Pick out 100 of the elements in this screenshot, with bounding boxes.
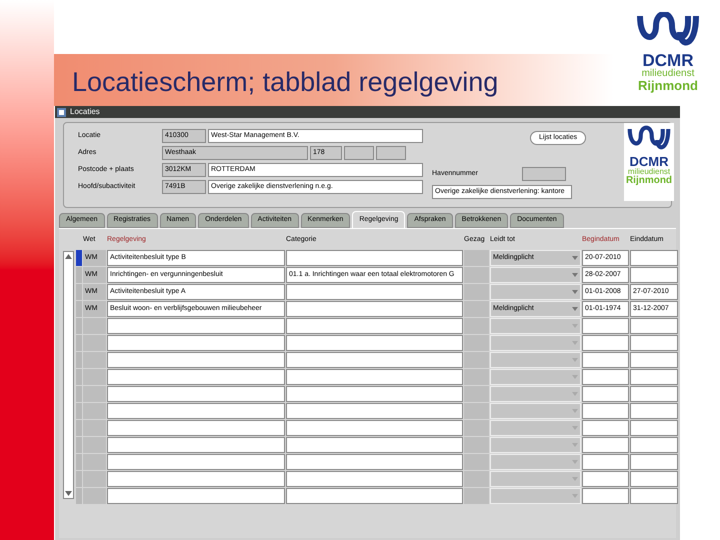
table-cell[interactable] [630,250,678,266]
scroll-up-icon[interactable] [64,252,73,261]
table-cell[interactable] [630,352,678,368]
app-icon [57,108,66,116]
table-cell[interactable] [286,250,463,266]
table-cell [83,369,106,385]
table-cell [464,471,489,487]
table-cell[interactable] [107,352,285,368]
table-cell[interactable] [630,267,678,283]
table-cell [464,454,489,470]
logo-text: Rijnmond [626,176,672,186]
table-cell[interactable] [582,335,629,351]
table-cell [83,352,106,368]
table-cell[interactable] [286,386,463,402]
dropdown-field[interactable] [490,335,581,351]
dropdown-field[interactable] [490,267,581,283]
table-cell[interactable] [107,318,285,334]
dropdown-field[interactable] [490,352,581,368]
table-cell[interactable] [582,488,629,504]
table-cell [83,454,106,470]
table-cell[interactable] [630,335,678,351]
table-cell [83,386,106,402]
table-cell [464,420,489,436]
logo-text: DCMR [630,155,668,168]
text-field[interactable] [344,146,374,160]
table-cell[interactable] [286,301,463,317]
table-cell [464,386,489,402]
table-cell[interactable] [107,386,285,402]
table-cell [464,335,489,351]
table-cell[interactable] [582,471,629,487]
table-cell[interactable] [630,471,678,487]
table-cell[interactable] [582,318,629,334]
text-field[interactable] [376,146,406,160]
table-cell[interactable] [630,403,678,419]
harbor-field[interactable] [522,167,566,181]
table-cell [464,403,489,419]
table-cell [83,488,106,504]
table-cell[interactable] [630,386,678,402]
table-cell[interactable] [107,488,285,504]
table-cell[interactable] [630,454,678,470]
dropdown-field[interactable] [490,471,581,487]
dropdown-field[interactable] [490,437,581,453]
table-cell[interactable] [582,386,629,402]
table-cell [464,369,489,385]
caret-icon[interactable] [572,256,578,260]
table-cell[interactable] [582,369,629,385]
scroll-down-icon[interactable] [64,489,73,498]
table-cell[interactable] [286,318,463,334]
table-cell[interactable] [286,437,463,453]
table-cell[interactable] [107,369,285,385]
table-cell[interactable] [286,335,463,351]
table-cell[interactable] [286,369,463,385]
table-cell[interactable] [286,488,463,504]
table-cell[interactable] [582,403,629,419]
table-cell [83,403,106,419]
table-cell [464,437,489,453]
scrollbar[interactable] [63,251,74,499]
dropdown-field[interactable] [490,403,581,419]
table-cell[interactable] [630,318,678,334]
table-cell[interactable] [286,454,463,470]
table-cell[interactable] [582,352,629,368]
table-cell [464,250,489,266]
dropdown-field[interactable] [490,454,581,470]
table-cell [83,318,106,334]
table-cell[interactable] [630,437,678,453]
table-cell [83,471,106,487]
table-cell[interactable] [630,420,678,436]
table-cell[interactable] [582,454,629,470]
logo-text: DCMR [642,52,694,69]
dropdown-field[interactable] [490,386,581,402]
window-title: Locaties [70,106,100,118]
table-cell[interactable] [286,284,463,300]
table-cell[interactable] [286,420,463,436]
table-cell[interactable] [286,352,463,368]
slide-title: Locatiescherm; tabblad regelgeving [72,66,498,99]
dropdown-field[interactable] [490,488,581,504]
table-cell [464,318,489,334]
table-cell [464,352,489,368]
table-cell[interactable] [107,420,285,436]
dropdown-field[interactable] [490,420,581,436]
dropdown-field[interactable] [490,284,581,300]
table-cell[interactable] [630,369,678,385]
caret-icon[interactable] [572,273,578,277]
caret-icon[interactable] [572,290,578,294]
table-cell[interactable] [107,454,285,470]
table-cell[interactable] [286,403,463,419]
logo-text: milieudienst [628,168,670,176]
dropdown-field[interactable] [490,369,581,385]
dropdown-field[interactable] [490,318,581,334]
table-cell[interactable] [582,420,629,436]
table-cell[interactable] [107,437,285,453]
table-cell[interactable] [630,488,678,504]
table-cell[interactable] [107,403,285,419]
table-cell[interactable] [107,335,285,351]
table-cell[interactable] [286,471,463,487]
table-cell[interactable] [107,471,285,487]
caret-icon[interactable] [572,307,578,311]
table-cell [83,335,106,351]
table-cell[interactable] [582,437,629,453]
table-cell [83,420,106,436]
